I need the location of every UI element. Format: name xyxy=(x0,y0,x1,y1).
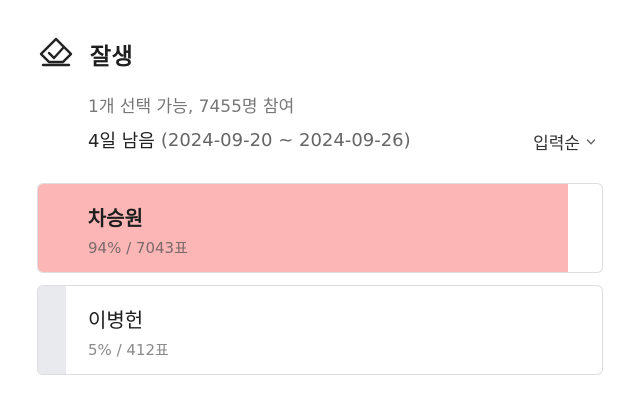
option-stats: 5% / 412표 xyxy=(88,341,169,359)
option-stats: 94% / 7043표 xyxy=(88,239,188,257)
poll-header: 잘생 xyxy=(36,34,133,74)
remaining-days: 4일 남음 xyxy=(88,131,155,152)
poll-title: 잘생 xyxy=(90,44,134,70)
option-label: 차승원 xyxy=(88,206,144,230)
sort-label: 입력순 xyxy=(533,134,580,154)
ballot-check-icon xyxy=(36,34,76,74)
vote-share-bar xyxy=(38,286,67,374)
poll-option[interactable]: 차승원 94% / 7043표 xyxy=(37,183,603,273)
chevron-down-icon xyxy=(586,137,596,147)
poll-card: 잘생 1개 선택 가능, 7455명 참여 4일 남음 (2024-09-20 … xyxy=(0,0,640,401)
poll-schedule: 4일 남음 (2024-09-20 ~ 2024-09-26) 입력순 xyxy=(88,126,608,154)
poll-meta: 1개 선택 가능, 7455명 참여 xyxy=(88,97,295,117)
poll-period: (2024-09-20 ~ 2024-09-26) xyxy=(160,129,411,151)
sort-dropdown[interactable]: 입력순 xyxy=(533,129,596,154)
poll-option[interactable]: 이병헌 5% / 412표 xyxy=(37,285,603,375)
option-label: 이병헌 xyxy=(88,308,144,332)
